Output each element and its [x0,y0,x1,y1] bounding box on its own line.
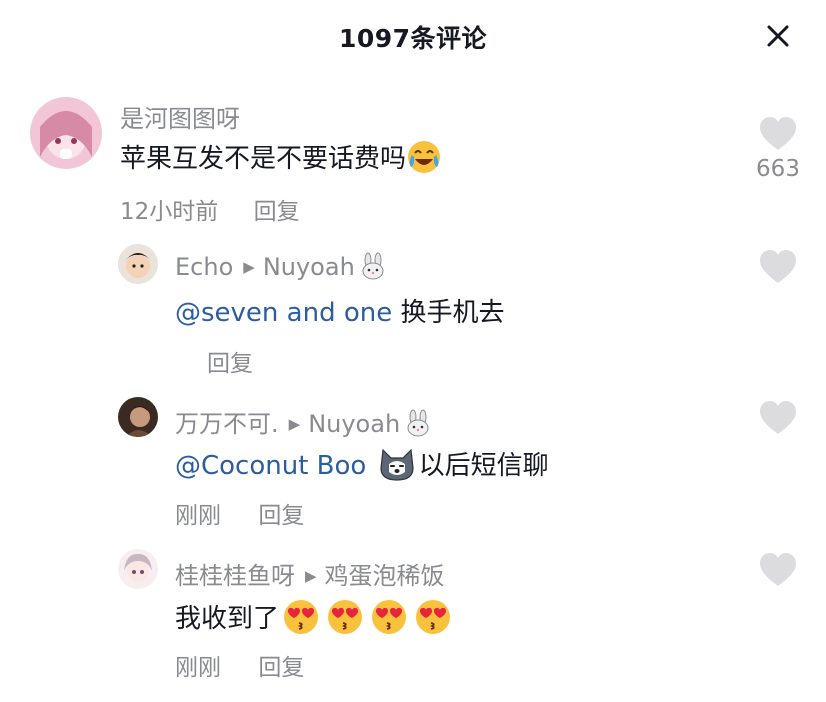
heart-eyes-kiss-emoji-icon [369,597,409,642]
reply-username[interactable]: 万万不可. [175,410,279,438]
close-icon [767,25,789,47]
comment-meta: 12小时前 回复 [120,192,300,226]
rabbit-emoji-icon [359,252,387,286]
reply-text: 我收到了 [175,597,453,642]
comment-text-content: 苹果互发不是不要话费吗 [120,144,407,174]
reply-time: 刚刚 [175,655,221,681]
husky-dog-emoji-icon [377,446,417,489]
reply-button[interactable]: 回复 [258,503,304,529]
reply-button[interactable]: 回复 [254,199,300,225]
comment-username[interactable]: 是河图图呀 [120,99,240,134]
comments-header: 1097条评论 [0,0,826,70]
comment-time: 12小时前 [120,199,219,225]
like-button[interactable] [758,400,798,436]
reply-username-line: Echo ▶ Nuyoah [175,252,387,286]
like-button[interactable] [758,552,798,588]
reply-button[interactable]: 回复 [207,351,253,377]
heart-eyes-kiss-emoji-icon [325,597,365,642]
reply-to-username[interactable]: 鸡蛋泡稀饭 [325,562,445,590]
reply-username-line: 桂桂桂鱼呀 ▶ 鸡蛋泡稀饭 [175,556,445,591]
avatar[interactable] [118,549,158,589]
reply-arrow-icon: ▶ [288,415,301,433]
rabbit-emoji-icon [404,409,432,443]
like-button[interactable] [758,249,798,285]
avatar[interactable] [118,397,158,437]
heart-icon [760,250,796,283]
avatar[interactable] [118,244,158,284]
reply-text: @Coconut Boo 以后短信聊 [175,445,549,489]
avatar[interactable] [30,97,102,169]
reply-time: 刚刚 [175,503,221,529]
reply-arrow-icon: ▶ [305,567,317,585]
mention-link[interactable]: @seven and one [175,298,392,328]
like-count: 663 [756,156,800,182]
reply-arrow-icon: ▶ [243,258,255,276]
reply-username[interactable]: 桂桂桂鱼呀 [175,562,295,590]
crying-laughing-emoji-icon [406,139,442,182]
reply-username-line: 万万不可. ▶ Nuyoah [175,404,432,443]
reply-button[interactable]: 回复 [258,655,304,681]
reply-text-content: 以后短信聊 [418,451,549,481]
reply-text: @seven and one 换手机去 [175,292,505,329]
reply-text-content: 我收到了 [175,604,280,634]
reply-to-username[interactable]: Nuyoah [308,410,400,438]
heart-eyes-kiss-emoji-icon [413,597,453,642]
reply-username[interactable]: Echo [175,253,233,281]
reply-meta: 刚刚 回复 [175,648,304,682]
comment-text: 苹果互发不是不要话费吗 [120,138,442,182]
like-button[interactable] [758,116,798,152]
reply-text-content: 换手机去 [392,298,505,328]
comment-count-title: 1097条评论 [338,24,488,53]
heart-icon [760,117,796,150]
reply-meta: 回复 [207,344,253,378]
heart-icon [760,553,796,586]
heart-icon [760,401,796,434]
mention-link[interactable]: @Coconut Boo [175,451,366,481]
close-button[interactable] [762,20,794,52]
heart-eyes-kiss-emoji-icon [281,597,321,642]
reply-meta: 刚刚 回复 [175,496,304,530]
reply-to-username[interactable]: Nuyoah [263,253,355,281]
